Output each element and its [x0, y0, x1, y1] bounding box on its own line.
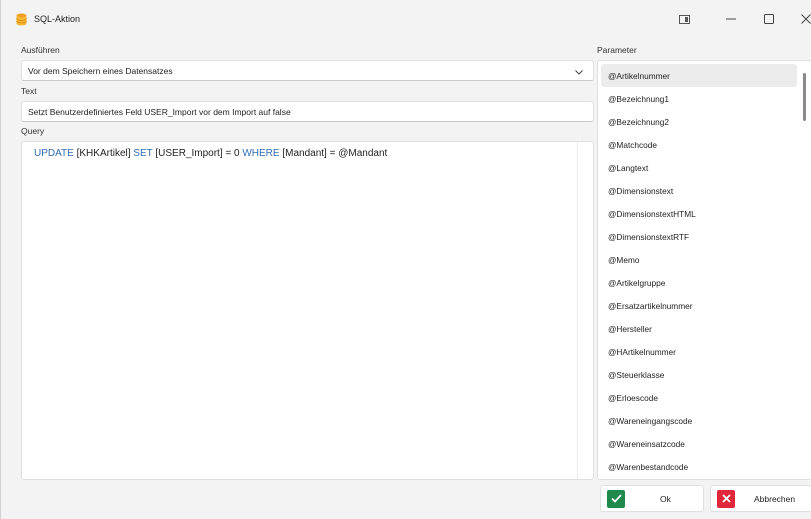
title-bar: SQL-Aktion [1, 0, 811, 38]
execute-dropdown[interactable]: Vor dem Speichern eines Datensatzes [21, 60, 594, 81]
text-input[interactable]: Setzt Benutzerdefiniertes Feld USER_Impo… [21, 101, 594, 122]
parameter-item[interactable]: @Matchcode [601, 133, 797, 156]
query-editor[interactable]: UPDATE [KHKArtikel] SET [USER_Import] = … [21, 141, 594, 480]
sql-keyword: UPDATE [34, 148, 74, 159]
ok-button-label: Ok [660, 493, 671, 504]
database-icon [16, 13, 27, 26]
parameter-item[interactable]: @Langtext [601, 156, 797, 179]
parameter-item[interactable]: @Artikelgruppe [601, 271, 797, 294]
window-title: SQL-Aktion [34, 14, 81, 24]
parameter-item[interactable]: @Erloescode [601, 386, 797, 409]
parameter-item[interactable]: @Warenbestandcode [601, 455, 797, 478]
text-input-value: Setzt Benutzerdefiniertes Feld USER_Impo… [28, 106, 291, 117]
parameter-item[interactable]: @Steuerklasse [601, 363, 797, 386]
parameter-item[interactable]: @Wareneingangscode [601, 409, 797, 432]
query-label: Query [21, 126, 45, 136]
parameter-item[interactable]: @Memo [601, 248, 797, 271]
check-icon [607, 489, 625, 508]
text-label: Text [21, 86, 37, 96]
parameter-item[interactable]: @DimensionstextHTML [601, 202, 797, 225]
parameter-item[interactable]: @Ersatzartikelnummer [601, 294, 797, 317]
parameter-item[interactable]: @Bezeichnung2 [601, 110, 797, 133]
parameter-item[interactable]: @Artikelnummer [601, 64, 797, 87]
parameter-item[interactable]: @Wareneinsatzcode [601, 432, 797, 455]
sql-text: [Mandant] = @Mandant [279, 148, 388, 159]
cancel-button[interactable]: Abbrechen [710, 485, 811, 512]
close-icon[interactable] [791, 8, 811, 30]
sql-text: [KHKArtikel] [73, 148, 134, 159]
sql-action-window: SQL-Aktion Ausführen Vor dem Speichern e… [0, 0, 811, 519]
query-scrollbar[interactable] [577, 142, 593, 479]
execute-selected-value: Vor dem Speichern eines Datensatzes [28, 65, 173, 76]
parameter-item[interactable]: @DimensionstextRTF [601, 225, 797, 248]
parameter-item[interactable]: @Bezeichnung1 [601, 87, 797, 110]
ok-button[interactable]: Ok [600, 485, 704, 512]
execute-label: Ausführen [21, 45, 60, 55]
parameter-label: Parameter [597, 45, 637, 55]
query-code-line: UPDATE [KHKArtikel] SET [USER_Import] = … [34, 148, 387, 159]
chevron-down-icon [575, 67, 583, 77]
sql-keyword: WHERE [242, 148, 280, 159]
parameter-scrollbar[interactable] [803, 73, 806, 121]
parameter-item[interactable]: @Hersteller [601, 317, 797, 340]
snap-layout-icon[interactable] [669, 8, 699, 30]
minimize-icon[interactable] [716, 8, 746, 30]
sql-keyword: SET [133, 148, 153, 159]
parameter-list[interactable]: @Warenbestandcode @Wareneinsatzcode @Waren… [597, 60, 811, 480]
parameter-item[interactable]: @HArtikelnummer [601, 340, 797, 363]
sql-text: [USER_Import] = 0 [152, 148, 243, 159]
parameter-item[interactable]: @Dimensionstext [601, 179, 797, 202]
cancel-button-label: Abbrechen [754, 493, 796, 504]
x-icon [717, 489, 735, 508]
maximize-icon[interactable] [754, 8, 784, 30]
